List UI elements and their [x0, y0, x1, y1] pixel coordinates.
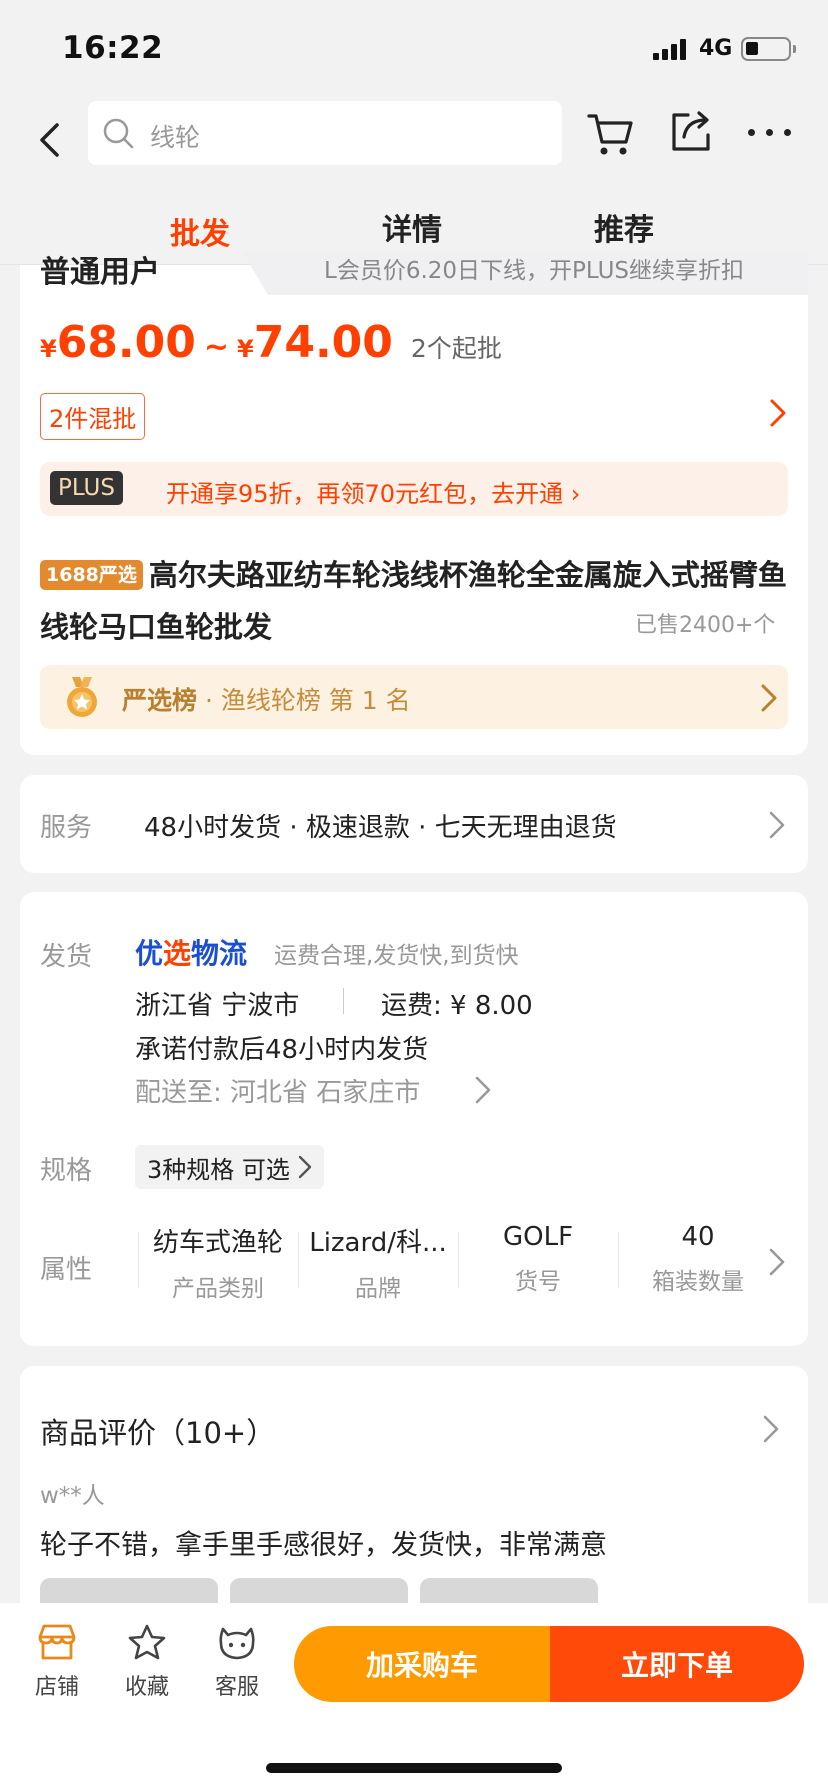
service-label: 服务 — [40, 813, 93, 843]
mix-batch-badge[interactable]: 2件混批 — [40, 393, 146, 440]
top-nav: 线轮 — [0, 95, 828, 185]
logistics-title-part: 物流 — [191, 937, 248, 970]
more-icon[interactable] — [748, 129, 791, 136]
bottom-action-bar: 店铺 收藏 客服 加采购车 立即下单 — [0, 1603, 828, 1792]
store-button[interactable]: 店铺 — [22, 1623, 92, 1701]
review-user: w**人 — [40, 1483, 105, 1509]
min-quantity: 2个起批 — [410, 334, 502, 363]
price-high: 74.00 — [253, 317, 393, 368]
attribute-key: 箱装数量 — [652, 1269, 744, 1295]
spec-label: 规格 — [40, 1156, 93, 1186]
medal-icon — [67, 677, 97, 717]
attributes-list[interactable]: 纺车式渔轮 产品类别 Lizard/科... 品牌 GOLF 货号 40 箱装数… — [138, 1222, 768, 1302]
service-text: 48小时发货 · 极速退款 · 七天无理由退货 — [144, 813, 617, 843]
price-card: 普通用户 L会员价6.20日下线，开PLUS继续享折扣 ¥ 68.00 ~ ¥ … — [20, 251, 808, 755]
tab-recommend[interactable]: 推荐 — [594, 205, 654, 249]
deliver-to[interactable]: 配送至: 河北省 石家庄市 — [135, 1072, 420, 1109]
logistics-title: 优选物流 — [135, 932, 247, 972]
customer-service-label: 客服 — [214, 1675, 259, 1700]
attribute-value: 40 — [681, 1222, 715, 1252]
logistics-desc: 运费合理,发货快,到货快 — [274, 943, 519, 969]
attribute-value: 纺车式渔轮 — [152, 1228, 283, 1258]
favorite-button[interactable]: 收藏 — [112, 1623, 182, 1701]
yanxuan-tag: 1688严选 — [40, 560, 143, 590]
chevron-right-icon[interactable] — [474, 1075, 492, 1105]
reviews-title[interactable]: 商品评价（10+） — [40, 1410, 275, 1452]
star-icon — [128, 1624, 166, 1660]
ranking-bar[interactable]: 严选榜 · 渔线轮榜 第 1 名 — [40, 665, 788, 729]
currency-symbol: ¥ — [40, 335, 57, 363]
reviews-card: 商品评价（10+） w**人 轮子不错，拿手里手感很好，发货快，非常满意 — [20, 1366, 808, 1618]
search-placeholder: 线轮 — [150, 123, 201, 152]
logistics-title-part: 优 — [135, 937, 164, 970]
favorite-label: 收藏 — [124, 1675, 169, 1700]
home-indicator — [266, 1763, 562, 1773]
spec-value: 3种规格 可选 — [147, 1155, 290, 1184]
plus-badge: PLUS — [50, 471, 123, 505]
search-icon — [103, 118, 134, 149]
service-card[interactable]: 服务 48小时发货 · 极速退款 · 七天无理由退货 — [20, 775, 808, 873]
chevron-right-icon — [769, 811, 785, 839]
buy-now-button[interactable]: 立即下单 — [550, 1626, 804, 1702]
status-time: 16:22 — [62, 30, 164, 66]
price-range: ¥ 68.00 ~ ¥ 74.00 2个起批 — [40, 317, 502, 368]
ranking-text: 严选榜 · 渔线轮榜 第 1 名 — [122, 681, 411, 717]
attribute-key: 产品类别 — [172, 1276, 264, 1302]
ship-origin: 浙江省 宁波市 — [135, 991, 300, 1021]
ship-promise: 承诺付款后48小时内发货 — [135, 1035, 429, 1065]
store-label: 店铺 — [34, 1675, 79, 1700]
battery-icon — [741, 37, 796, 61]
store-icon — [38, 1624, 76, 1660]
attribute-value: GOLF — [502, 1222, 574, 1252]
status-bar: 16:22 4G — [0, 0, 828, 95]
add-to-cart-button[interactable]: 加采购车 — [294, 1626, 550, 1702]
ranking-label: 严选榜 — [122, 686, 198, 715]
network-type: 4G — [699, 36, 733, 61]
chevron-right-icon[interactable] — [768, 1247, 786, 1277]
search-bar[interactable]: 线轮 — [88, 101, 562, 165]
tab-wholesale[interactable]: 批发 — [170, 209, 230, 253]
product-detail-page: 16:22 4G 线轮 批发 详情 推荐 普通用户 L会员价6.20日下线，开P… — [0, 0, 828, 1792]
sold-count: 已售2400+个 — [635, 613, 776, 638]
attribute-item: Lizard/科... 品牌 — [298, 1222, 458, 1302]
member-type: 普通用户 — [40, 255, 160, 290]
shipping-card: 发货 优选物流 运费合理,发货快,到货快 浙江省 宁波市 运费: ¥ 8.00 … — [20, 892, 808, 1346]
member-strip: 普通用户 L会员价6.20日下线，开PLUS继续享折扣 — [20, 251, 808, 295]
chevron-right-icon[interactable] — [768, 397, 788, 429]
customer-service-icon — [219, 1627, 255, 1660]
chevron-right-icon[interactable] — [762, 1414, 780, 1444]
plus-promo-bar[interactable]: PLUS 开通享95折，再领70元红包，去开通 › — [40, 462, 788, 516]
shipping-fee: 运费: ¥ 8.00 — [381, 991, 533, 1021]
review-text: 轮子不错，拿手里手感很好，发货快，非常满意 — [40, 1530, 607, 1561]
attribute-item: 纺车式渔轮 产品类别 — [138, 1222, 298, 1302]
shipping-label: 发货 — [40, 942, 93, 972]
price-tilde: ~ — [203, 330, 230, 365]
currency-symbol: ¥ — [237, 335, 254, 363]
divider — [343, 988, 344, 1014]
attribute-key: 货号 — [515, 1269, 561, 1295]
tab-details[interactable]: 详情 — [382, 205, 442, 249]
spec-selector[interactable]: 3种规格 可选 — [135, 1145, 324, 1189]
attribute-item: 40 箱装数量 — [618, 1222, 778, 1302]
cart-icon[interactable] — [586, 111, 634, 157]
attribute-value: Lizard/科... — [309, 1228, 447, 1258]
signal-icon — [653, 38, 686, 60]
attributes-label: 属性 — [40, 1255, 93, 1285]
attribute-key: 品牌 — [355, 1276, 401, 1302]
customer-service-button[interactable]: 客服 — [202, 1623, 272, 1701]
back-arrow-icon[interactable] — [30, 115, 70, 165]
share-icon[interactable] — [668, 109, 714, 155]
member-notice: L会员价6.20日下线，开PLUS继续享折扣 — [242, 251, 808, 295]
chevron-right-icon — [298, 1155, 312, 1179]
plus-promo-text: 开通享95折，再领70元红包，去开通 › — [166, 480, 581, 508]
logistics-title-part: 选 — [163, 937, 192, 970]
chevron-right-icon — [761, 684, 777, 712]
attribute-item: GOLF 货号 — [458, 1222, 618, 1302]
price-low: 68.00 — [56, 317, 196, 368]
member-notice-text: L会员价6.20日下线，开PLUS继续享折扣 — [324, 258, 744, 284]
ranking-detail: · 渔线轮榜 第 1 名 — [197, 686, 411, 715]
